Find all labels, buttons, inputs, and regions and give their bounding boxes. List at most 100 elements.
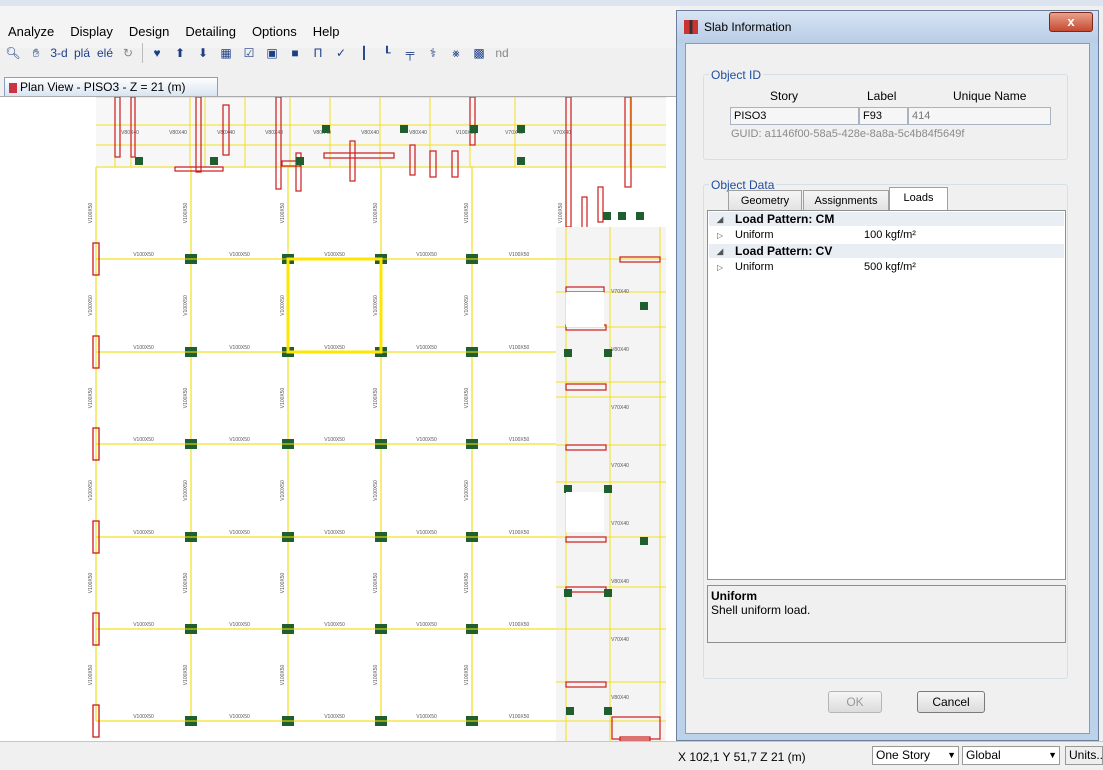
collapse-icon[interactable]: ◢ [717,245,723,259]
beam-label: V100X50 [373,572,379,593]
beam-label: V100X50 [88,664,94,685]
top-column [135,157,143,165]
beam-label: V100X50 [88,572,94,593]
toolbar-nd-button[interactable]: nd [493,44,511,62]
beam-label: V100X50 [133,530,154,536]
story-mode-select[interactable]: One Story ▼ [872,746,959,765]
structural-plan[interactable]: V100X50 V100X50 V100X50 V100X50 V100X50 V100X… [0,97,680,741]
shrink-icon[interactable]: ▣ [263,44,281,62]
right-column [640,302,648,310]
rotate-icon[interactable]: ↻ [119,44,137,62]
description-text: Shell uniform load. [711,603,811,617]
wall-icon[interactable]: ┃ [355,44,373,62]
menu-analyze[interactable]: Analyze [8,24,62,39]
load-item-row[interactable]: ▷ Uniform 100 kgf/m² [709,228,1064,242]
story-up-icon[interactable]: ⬆ [171,44,189,62]
snap-icon[interactable]: ⚕ [424,44,442,62]
load-pattern-label: Load Pattern: CM [735,212,835,226]
beam-label: V100X50 [509,437,530,443]
beam-label: V100X50 [280,387,286,408]
right-area: V70X40 V80X40 V70X40 V70X40 V70X40 V80X40 V70X… [556,227,666,741]
expand-icon[interactable]: ▷ [717,229,723,243]
ok-button[interactable]: OK [828,691,882,713]
plan-view-tab[interactable]: Plan View - PISO3 - Z = 21 (m) [4,77,218,96]
tab-geometry[interactable]: Geometry [728,190,802,210]
frame-icon[interactable]: Π [309,44,327,62]
coord-system-value: Global [966,748,1001,762]
close-button[interactable]: x [1049,12,1093,32]
units-button[interactable]: Units... [1065,746,1103,765]
table-icon[interactable]: ╤ [401,44,419,62]
check-angle-icon[interactable]: ✓ [332,44,350,62]
opening [566,292,604,327]
perspective-icon[interactable]: ♥ [148,44,166,62]
loads-tree[interactable]: ◢ Load Pattern: CM ▷ Uniform 100 kgf/m² … [707,210,1066,580]
right-column [604,349,612,357]
top-column [517,157,525,165]
beam-label: V100X50 [183,202,189,223]
menu-detailing[interactable]: Detailing [185,24,244,39]
plan-view-canvas[interactable]: V100X50 V100X50 V100X50 V100X50 V100X50 V100X… [0,96,680,741]
beam-label: V100X50 [324,530,345,536]
plan-tab-icon [9,82,17,93]
beam-label: V100X50 [373,295,379,316]
beam-label: V100X50 [133,252,154,258]
cancel-button[interactable]: Cancel [917,691,985,713]
load-item-label: Uniform [735,261,774,273]
right-beam-label: V80X40 [611,579,629,585]
extrude-icon[interactable]: ■ [286,44,304,62]
beam-label: V100X50 [280,664,286,685]
menu-design[interactable]: Design [129,24,177,39]
story-header: Story [770,89,799,103]
truss-icon[interactable]: ⨳ [447,44,465,62]
story-mode-value: One Story [876,748,931,762]
elevation-view-button[interactable]: elé [96,44,114,62]
pan-hand-icon[interactable]: ✋︎ [27,44,45,62]
ramp-icon[interactable]: ┖ [378,44,396,62]
top-column [210,157,218,165]
tab-assignments[interactable]: Assignments [803,190,889,210]
selected-slab-outline[interactable] [286,257,383,354]
beam-label: V100X50 [280,480,286,501]
chevron-down-icon: ▼ [947,750,956,760]
right-beam-label: V80X40 [611,695,629,701]
checkbox-icon[interactable]: ☑ [240,44,258,62]
load-pattern-row[interactable]: ◢ Load Pattern: CM [709,212,1064,226]
beam-label: V100X50 [183,664,189,685]
expand-icon[interactable]: ▷ [717,261,723,275]
beam-label: V100X50 [229,345,250,351]
description-panel: Uniform Shell uniform load. [707,585,1066,643]
top-beam-label: V70X40 [553,130,571,136]
menu-help[interactable]: Help [313,24,348,39]
top-column [400,125,408,133]
menu-display[interactable]: Display [70,24,121,39]
beam-label: V100X50 [88,295,94,316]
load-item-row[interactable]: ▷ Uniform 500 kgf/m² [709,260,1064,274]
object-filter-icon[interactable]: ▦ [217,44,235,62]
tab-loads[interactable]: Loads [889,187,948,210]
right-column [564,485,572,493]
label-header: Label [867,89,897,103]
load-pattern-row[interactable]: ◢ Load Pattern: CV [709,244,1064,258]
menu-options[interactable]: Options [252,24,305,39]
top-column [636,212,644,220]
beam-label: V100X50 [324,345,345,351]
collapse-icon[interactable]: ◢ [717,213,723,227]
beam-label: V100X50 [280,202,286,223]
coord-system-select[interactable]: Global ▼ [962,746,1060,765]
window-controls[interactable] [1012,0,1103,8]
dialog-titlebar[interactable]: Slab Information x [677,11,1098,43]
beam-label: V100X50 [464,387,470,408]
beam-label: V100X50 [133,345,154,351]
wall-segment [174,166,224,172]
grid-icon[interactable]: ▩ [470,44,488,62]
top-column [322,125,330,133]
label-value: F93 [859,107,908,125]
view-3d-button[interactable]: 3-d [50,44,68,62]
beam-label: V100X50 [133,437,154,443]
zoom-out-icon[interactable]: 🔍︎ [4,44,22,62]
story-down-icon[interactable]: ⬇ [194,44,212,62]
top-beam-label: V80X40 [409,130,427,136]
plan-view-button[interactable]: plá [73,44,91,62]
beam-label: V100X50 [183,572,189,593]
